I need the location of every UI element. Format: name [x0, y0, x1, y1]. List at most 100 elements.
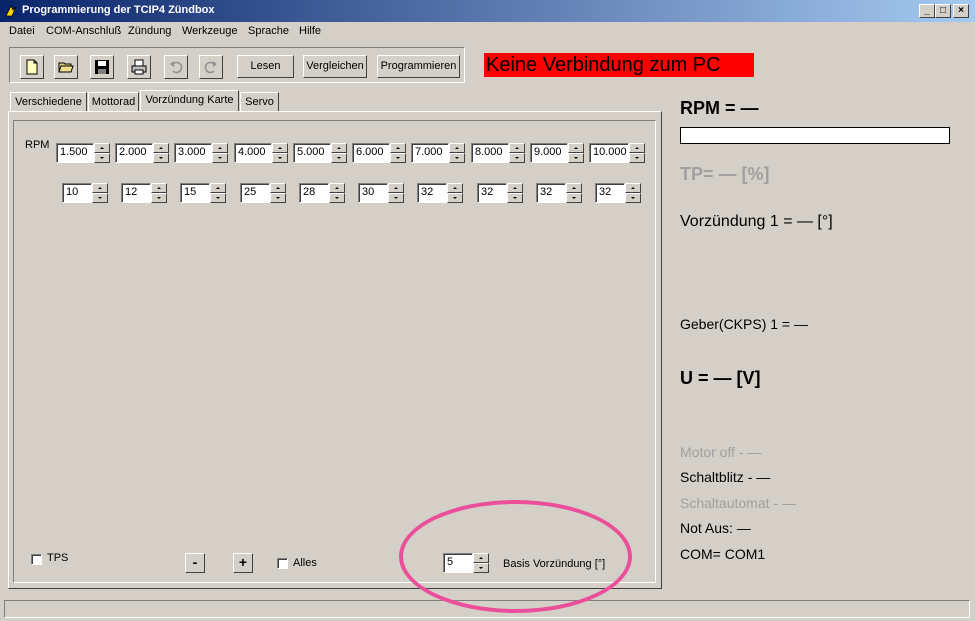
rpm-field[interactable]: 4.000: [234, 143, 272, 163]
rpm-spinner[interactable]: 1.500: [56, 143, 110, 163]
advance-field[interactable]: 25: [240, 183, 270, 203]
spin-down-icon[interactable]: [153, 153, 169, 163]
save-button[interactable]: [90, 55, 114, 79]
spin-up-icon[interactable]: [331, 143, 347, 153]
spin-up-icon[interactable]: [212, 143, 228, 153]
spin-down-icon[interactable]: [272, 153, 288, 163]
compare-button[interactable]: Vergleichen: [303, 55, 367, 78]
spin-down-icon[interactable]: [568, 153, 584, 163]
menu-sprache[interactable]: Sprache: [248, 25, 289, 37]
open-button[interactable]: [54, 55, 78, 79]
spin-down-icon[interactable]: [388, 193, 404, 203]
advance-spinner[interactable]: 30: [358, 183, 404, 203]
advance-spinner[interactable]: 10: [62, 183, 108, 203]
decrease-button[interactable]: -: [185, 553, 205, 573]
spin-up-icon[interactable]: [566, 183, 582, 193]
program-button[interactable]: Programmieren: [377, 55, 460, 78]
advance-spinner[interactable]: 12: [121, 183, 167, 203]
spin-up-icon[interactable]: [329, 183, 345, 193]
spin-up-icon[interactable]: [625, 183, 641, 193]
advance-field[interactable]: 12: [121, 183, 151, 203]
maximize-button[interactable]: □: [935, 4, 951, 18]
spin-up-icon[interactable]: [210, 183, 226, 193]
rpm-spinner[interactable]: 5.000: [293, 143, 347, 163]
spin-down-icon[interactable]: [94, 153, 110, 163]
tab-vorzuendung-karte[interactable]: Vorzündung Karte: [140, 90, 239, 111]
spin-up-icon[interactable]: [270, 183, 286, 193]
spin-up-icon[interactable]: [151, 183, 167, 193]
rpm-field[interactable]: 9.000: [530, 143, 568, 163]
spin-up-icon[interactable]: [388, 183, 404, 193]
rpm-spinner[interactable]: 4.000: [234, 143, 288, 163]
tab-servo[interactable]: Servo: [240, 92, 279, 111]
advance-field[interactable]: 30: [358, 183, 388, 203]
rpm-spinner[interactable]: 2.000: [115, 143, 169, 163]
advance-field[interactable]: 32: [477, 183, 507, 203]
advance-field[interactable]: 10: [62, 183, 92, 203]
spin-down-icon[interactable]: [92, 193, 108, 203]
spin-up-icon[interactable]: [390, 143, 406, 153]
spin-up-icon[interactable]: [507, 183, 523, 193]
spin-up-icon[interactable]: [629, 143, 645, 153]
advance-spinner[interactable]: 28: [299, 183, 345, 203]
advance-spinner[interactable]: 32: [417, 183, 463, 203]
rpm-spinner[interactable]: 3.000: [174, 143, 228, 163]
rpm-field[interactable]: 7.000: [411, 143, 449, 163]
menu-werkzeuge[interactable]: Werkzeuge: [182, 25, 237, 37]
rpm-field[interactable]: 6.000: [352, 143, 390, 163]
tps-checkbox[interactable]: [31, 554, 42, 565]
spin-up-icon[interactable]: [92, 183, 108, 193]
increase-button[interactable]: +: [233, 553, 253, 573]
title-bar[interactable]: Programmierung der TCIP4 Zündbox _ □ ×: [0, 0, 975, 22]
spin-down-icon[interactable]: [449, 153, 465, 163]
spin-up-icon[interactable]: [509, 143, 525, 153]
advance-spinner[interactable]: 32: [595, 183, 641, 203]
advance-field[interactable]: 15: [180, 183, 210, 203]
redo-button[interactable]: [199, 55, 223, 79]
rpm-field[interactable]: 5.000: [293, 143, 331, 163]
menu-datei[interactable]: Datei: [9, 25, 35, 37]
alles-checkbox[interactable]: [277, 558, 288, 569]
spin-up-icon[interactable]: [447, 183, 463, 193]
spin-down-icon[interactable]: [625, 193, 641, 203]
advance-field[interactable]: 32: [595, 183, 625, 203]
advance-spinner[interactable]: 15: [180, 183, 226, 203]
advance-spinner[interactable]: 32: [536, 183, 582, 203]
spin-down-icon[interactable]: [566, 193, 582, 203]
spin-down-icon[interactable]: [329, 193, 345, 203]
menu-com-anschluss[interactable]: COM-Anschluß: [46, 25, 121, 37]
rpm-field[interactable]: 1.500: [56, 143, 94, 163]
undo-button[interactable]: [164, 55, 188, 79]
spin-down-icon[interactable]: [507, 193, 523, 203]
rpm-spinner[interactable]: 9.000: [530, 143, 584, 163]
advance-field[interactable]: 32: [417, 183, 447, 203]
rpm-field[interactable]: 8.000: [471, 143, 509, 163]
spin-down-icon[interactable]: [629, 153, 645, 163]
rpm-spinner[interactable]: 7.000: [411, 143, 465, 163]
minimize-button[interactable]: _: [919, 4, 935, 18]
spin-up-icon[interactable]: [272, 143, 288, 153]
rpm-field[interactable]: 10.000: [589, 143, 629, 163]
read-button[interactable]: Lesen: [237, 55, 294, 78]
advance-field[interactable]: 32: [536, 183, 566, 203]
spin-up-icon[interactable]: [449, 143, 465, 153]
spin-up-icon[interactable]: [153, 143, 169, 153]
advance-spinner[interactable]: 32: [477, 183, 523, 203]
spin-down-icon[interactable]: [447, 193, 463, 203]
spin-down-icon[interactable]: [210, 193, 226, 203]
close-button[interactable]: ×: [953, 4, 969, 18]
rpm-spinner[interactable]: 8.000: [471, 143, 525, 163]
tab-verschiedene[interactable]: Verschiedene: [10, 92, 87, 111]
rpm-spinner[interactable]: 6.000: [352, 143, 406, 163]
spin-down-icon[interactable]: [331, 153, 347, 163]
spin-down-icon[interactable]: [390, 153, 406, 163]
spin-down-icon[interactable]: [509, 153, 525, 163]
spin-down-icon[interactable]: [151, 193, 167, 203]
spin-down-icon[interactable]: [270, 193, 286, 203]
new-button[interactable]: [20, 55, 44, 79]
spin-down-icon[interactable]: [212, 153, 228, 163]
advance-field[interactable]: 28: [299, 183, 329, 203]
spin-up-icon[interactable]: [568, 143, 584, 153]
menu-zuendung[interactable]: Zündung: [128, 25, 171, 37]
rpm-field[interactable]: 3.000: [174, 143, 212, 163]
